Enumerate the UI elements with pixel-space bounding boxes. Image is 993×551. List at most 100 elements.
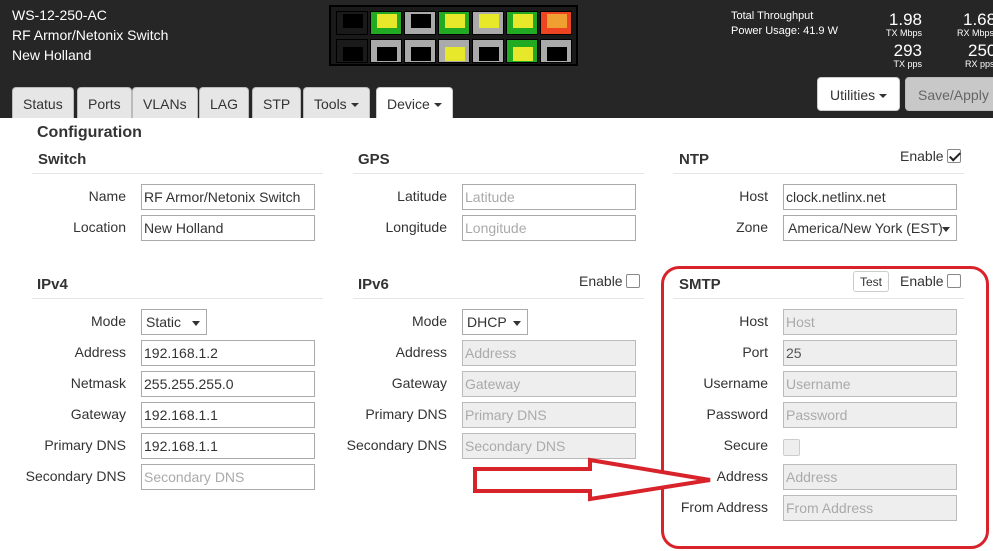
ipv4-netmask-label: Netmask bbox=[70, 375, 126, 391]
tab-tools-label: Tools bbox=[314, 96, 347, 112]
port-jack-icon bbox=[411, 14, 431, 28]
tab-ports[interactable]: Ports bbox=[77, 87, 132, 118]
switch-location-input[interactable]: New Holland bbox=[141, 215, 315, 241]
port-jack-icon bbox=[547, 47, 567, 61]
ipv4-mode-value: Static bbox=[146, 314, 182, 330]
tx-pps-value: 293 bbox=[893, 41, 922, 60]
divider bbox=[353, 173, 644, 174]
longitude-label: Longitude bbox=[385, 219, 447, 235]
divider bbox=[32, 173, 323, 174]
tab-lag[interactable]: LAG bbox=[199, 87, 250, 118]
ipv4-address-label: Address bbox=[74, 344, 126, 360]
tab-device-label: Device bbox=[387, 96, 430, 112]
dropdown-arrow-icon bbox=[192, 321, 200, 326]
ipv4-mode-select[interactable]: Static bbox=[141, 309, 207, 335]
ipv6-title: IPv6 bbox=[358, 276, 389, 293]
port-status-panel bbox=[329, 5, 578, 66]
port-jack-icon bbox=[377, 47, 397, 61]
port-13-icon[interactable] bbox=[540, 11, 572, 35]
tx-mbps-value: 1.98 bbox=[888, 10, 922, 29]
port-jack-icon bbox=[445, 47, 465, 61]
total-throughput-label: Total Throughput bbox=[731, 10, 814, 22]
power-usage-label: Power Usage: 41.9 W bbox=[731, 25, 838, 37]
port-4-icon[interactable] bbox=[370, 39, 402, 63]
tab-vlans[interactable]: VLANs bbox=[132, 87, 198, 118]
rx-mbps-value: 1.68 bbox=[963, 10, 993, 29]
port-1-icon[interactable] bbox=[336, 11, 368, 35]
port-7-icon[interactable] bbox=[438, 11, 470, 35]
port-jack-icon bbox=[547, 14, 567, 28]
ipv6-mode-select[interactable]: DHCP bbox=[462, 309, 528, 335]
device-model: WS-12-250-AC bbox=[12, 7, 107, 23]
ipv6-address-input[interactable]: Address bbox=[462, 340, 636, 366]
rx-pps-label: RX pps bbox=[965, 59, 993, 69]
port-jack-icon bbox=[513, 47, 533, 61]
latitude-label: Latitude bbox=[397, 188, 447, 204]
location-label: Location bbox=[73, 219, 126, 235]
ipv6-gateway-label: Gateway bbox=[391, 375, 447, 391]
ipv6-mode-value: DHCP bbox=[467, 314, 507, 330]
tx-mbps-label: TX Mbps bbox=[885, 28, 922, 38]
port-11-icon[interactable] bbox=[506, 11, 538, 35]
divider bbox=[673, 173, 964, 174]
ipv4-primary-dns-input[interactable]: 192.168.1.1 bbox=[141, 433, 315, 459]
latitude-input[interactable]: Latitude bbox=[462, 184, 636, 210]
device-name: RF Armor/Netonix Switch bbox=[12, 27, 169, 43]
port-jack-icon bbox=[343, 47, 363, 61]
utilities-button[interactable]: Utilities bbox=[817, 77, 901, 111]
port-12-icon[interactable] bbox=[506, 39, 538, 63]
chevron-down-icon bbox=[350, 103, 359, 108]
switch-name-input[interactable]: RF Armor/Netonix Switch bbox=[141, 184, 315, 210]
ipv4-address-input[interactable]: 192.168.1.2 bbox=[141, 340, 315, 366]
ntp-enable-label: Enable bbox=[900, 148, 944, 164]
port-jack-icon bbox=[343, 14, 363, 28]
ipv4-secondary-dns-input[interactable]: Secondary DNS bbox=[141, 464, 315, 490]
ntp-title: NTP bbox=[679, 151, 709, 168]
name-label: Name bbox=[88, 188, 126, 204]
top-header: WS-12-250-AC RF Armor/Netonix Switch New… bbox=[0, 0, 993, 119]
port-jack-icon bbox=[411, 47, 431, 61]
tx-pps-label: TX pps bbox=[893, 59, 922, 69]
ipv6-primary-dns-label: Primary DNS bbox=[365, 406, 447, 422]
ntp-enable-checkbox[interactable] bbox=[947, 149, 961, 163]
ipv4-netmask-input[interactable]: 255.255.255.0 bbox=[141, 371, 315, 397]
port-jack-icon bbox=[479, 14, 499, 28]
ipv4-gateway-label: Gateway bbox=[70, 406, 126, 422]
rx-mbps-label: RX Mbps bbox=[957, 28, 993, 38]
ipv4-primary-dns-label: Primary DNS bbox=[44, 437, 126, 453]
port-jack-icon bbox=[513, 14, 533, 28]
annotation-arrow-icon bbox=[473, 457, 711, 502]
divider bbox=[32, 298, 323, 299]
port-5-icon[interactable] bbox=[404, 11, 436, 35]
ipv6-enable-label: Enable bbox=[579, 273, 623, 289]
utilities-label: Utilities bbox=[830, 87, 876, 103]
port-14-icon[interactable] bbox=[540, 39, 572, 63]
ntp-host-label: Host bbox=[739, 188, 768, 204]
port-jack-icon bbox=[445, 14, 465, 28]
save-apply-button[interactable]: Save/Apply bbox=[905, 77, 993, 111]
port-3-icon[interactable] bbox=[370, 11, 402, 35]
tab-tools[interactable]: Tools bbox=[303, 87, 370, 118]
ipv6-primary-dns-input[interactable]: Primary DNS bbox=[462, 402, 636, 428]
ipv4-gateway-input[interactable]: 192.168.1.1 bbox=[141, 402, 315, 428]
ntp-zone-select[interactable]: America/New York (EST) bbox=[783, 215, 957, 241]
tab-device[interactable]: Device bbox=[376, 87, 453, 119]
port-2-icon[interactable] bbox=[336, 39, 368, 63]
ipv4-mode-label: Mode bbox=[90, 313, 126, 329]
ipv6-enable-checkbox[interactable] bbox=[626, 274, 640, 288]
ntp-zone-label: Zone bbox=[736, 219, 768, 235]
port-6-icon[interactable] bbox=[404, 39, 436, 63]
chevron-down-icon bbox=[433, 103, 442, 108]
longitude-input[interactable]: Longitude bbox=[462, 215, 636, 241]
gps-title: GPS bbox=[358, 151, 390, 168]
tab-status[interactable]: Status bbox=[12, 87, 74, 118]
ipv6-address-label: Address bbox=[395, 344, 447, 360]
ntp-host-input[interactable]: clock.netlinx.net bbox=[783, 184, 957, 210]
rx-stats-clip: 1.68 RX Mbps 250 RX pps bbox=[955, 0, 993, 80]
tab-stp[interactable]: STP bbox=[252, 87, 302, 118]
port-9-icon[interactable] bbox=[472, 11, 504, 35]
port-8-icon[interactable] bbox=[438, 39, 470, 63]
ipv6-gateway-input[interactable]: Gateway bbox=[462, 371, 636, 397]
port-10-icon[interactable] bbox=[472, 39, 504, 63]
divider bbox=[353, 298, 644, 299]
